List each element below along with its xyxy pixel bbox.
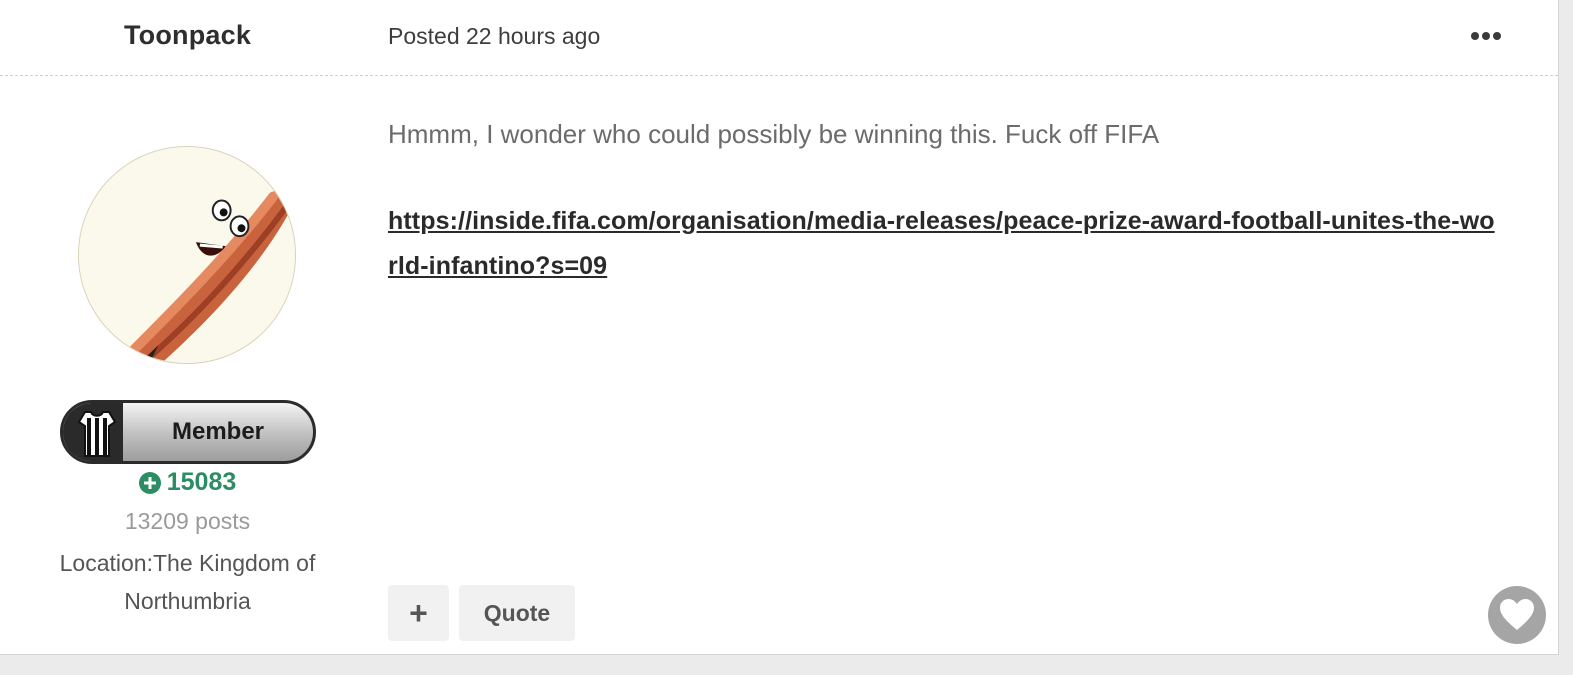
post-count: 13209 posts [124,508,251,534]
reputation-badge[interactable]: 15083 [0,468,375,497]
post-link[interactable]: https://inside.fifa.com/organisation/med… [388,207,1495,280]
post-header: Toonpack Posted 22 hours ago [0,0,1558,76]
multiquote-button[interactable]: + [388,585,449,641]
avatar[interactable] [78,146,296,364]
heart-icon[interactable] [1488,586,1546,644]
author-name[interactable]: Toonpack [0,20,375,51]
more-options-icon[interactable] [1466,22,1506,50]
plus-circle-icon [138,471,161,494]
post-date[interactable]: Posted 22 hours ago [388,23,600,50]
author-panel: Member 15083 13209 posts Location:The Ki… [0,76,375,656]
reputation-value: 15083 [166,468,237,496]
sausage-character-image [79,147,295,363]
forum-post: Toonpack Posted 22 hours ago Member 1508… [0,0,1559,655]
post-actions: + Quote [388,585,575,641]
rank-label: Member [171,418,265,445]
author-location: Location:The Kingdom of Northumbria [59,550,316,614]
post-content: Hmmm, I wonder who could possibly be win… [388,112,1498,288]
quote-button[interactable]: Quote [459,585,575,641]
striped-shirt-icon [77,411,117,457]
post-text: Hmmm, I wonder who could possibly be win… [388,119,1160,149]
rank-badge: Member [60,400,316,464]
